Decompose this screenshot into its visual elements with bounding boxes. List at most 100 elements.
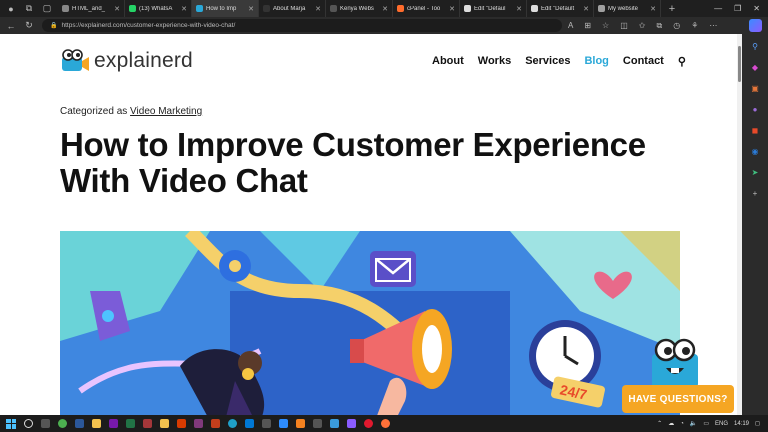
word-icon[interactable] xyxy=(75,419,84,428)
tab-close-icon[interactable]: ✕ xyxy=(114,5,120,13)
menu-item-services[interactable]: Services xyxy=(525,55,570,68)
browser-tab[interactable]: My website ✕ xyxy=(594,0,661,17)
outlook-icon[interactable]: ◉ xyxy=(749,145,762,158)
url-field[interactable]: 🔒 https://explainerd.com/customer-experi… xyxy=(42,19,562,32)
powerpoint-icon[interactable] xyxy=(211,419,220,428)
tab-close-icon[interactable]: ✕ xyxy=(650,5,656,13)
chrome-icon[interactable] xyxy=(58,419,67,428)
tab-close-icon[interactable]: ✕ xyxy=(516,5,522,13)
copilot-icon[interactable] xyxy=(748,19,762,32)
browser-tab[interactable]: Edit "Default ✕ xyxy=(527,0,594,17)
access-icon[interactable] xyxy=(143,419,152,428)
tab-favicon-icon xyxy=(397,5,404,12)
excel-icon[interactable] xyxy=(126,419,135,428)
tab-favicon-icon xyxy=(330,5,337,12)
address-bar-icons: A ⊞ ☆ ◫ ✩ ⧉ ◷ ⚘ ⋯ xyxy=(568,21,717,31)
office-icon[interactable] xyxy=(177,419,186,428)
add-sidebar-icon[interactable]: + xyxy=(749,187,762,200)
office-icon[interactable]: ◼ xyxy=(749,124,762,137)
page-scrollbar[interactable] xyxy=(737,34,742,415)
onenote-icon[interactable] xyxy=(109,419,118,428)
tab-close-icon[interactable]: ✕ xyxy=(449,5,455,13)
close-window-button[interactable]: ✕ xyxy=(753,4,760,13)
category-link[interactable]: Video Marketing xyxy=(130,106,202,117)
browser-tab[interactable]: How to Imp ✕ xyxy=(192,0,259,17)
split-screen-icon[interactable]: ◫ xyxy=(620,21,628,31)
search-icon[interactable] xyxy=(24,419,33,428)
zoom-icon[interactable] xyxy=(279,419,288,428)
notification-icon[interactable]: ◻ xyxy=(755,420,760,427)
clock-time[interactable]: 14:19 xyxy=(734,421,749,427)
volume-icon[interactable]: 🔈 xyxy=(690,420,697,427)
app2-icon[interactable] xyxy=(347,419,356,428)
browser-tab[interactable]: HTML_and_ ✕ xyxy=(58,0,125,17)
tab-close-icon[interactable]: ✕ xyxy=(382,5,388,13)
language-indicator[interactable]: ENG xyxy=(715,421,728,427)
browser-tab[interactable]: (13) WhatsA ✕ xyxy=(125,0,192,17)
app-available-icon[interactable]: ⊞ xyxy=(584,21,591,31)
minimize-button[interactable]: — xyxy=(714,4,722,13)
tab-favicon-icon xyxy=(531,5,538,12)
battery-icon[interactable]: ▭ xyxy=(703,420,709,427)
tab-close-icon[interactable]: ✕ xyxy=(181,5,187,13)
web-page: explainerd About Works Services Blog Con… xyxy=(0,34,737,415)
workspaces-icon[interactable]: ⧉ xyxy=(22,2,36,16)
app-icon[interactable] xyxy=(262,419,271,428)
store-icon[interactable] xyxy=(313,419,322,428)
firefox-icon[interactable] xyxy=(381,419,390,428)
favorite-star-icon[interactable]: ☆ xyxy=(602,21,609,31)
history-icon[interactable]: ◷ xyxy=(673,21,680,31)
new-tab-button[interactable]: + xyxy=(665,2,679,16)
have-questions-button[interactable]: HAVE QUESTIONS? xyxy=(622,385,734,413)
browser-tab[interactable]: About Marja ✕ xyxy=(259,0,326,17)
photos-icon[interactable] xyxy=(330,419,339,428)
weather-icon[interactable]: ☁ xyxy=(668,420,674,427)
menu-item-contact[interactable]: Contact xyxy=(623,55,664,68)
browser-tab[interactable]: Edit "Defaul ✕ xyxy=(460,0,527,17)
start-button[interactable] xyxy=(6,418,16,429)
tab-favicon-icon xyxy=(62,5,69,12)
tab-label: About Marja xyxy=(273,5,306,12)
tab-close-icon[interactable]: ✕ xyxy=(248,5,254,13)
menu-item-blog[interactable]: Blog xyxy=(584,55,608,68)
tab-actions-icon[interactable]: ▢ xyxy=(40,2,54,16)
settings-more-icon[interactable]: ⋯ xyxy=(709,21,717,31)
back-button[interactable]: ← xyxy=(4,21,18,31)
vscode-icon[interactable] xyxy=(245,419,254,428)
shopping-icon[interactable]: ◆ xyxy=(749,61,762,74)
tools-icon[interactable]: ▣ xyxy=(749,82,762,95)
refresh-button[interactable]: ↻ xyxy=(22,20,36,31)
chat-mascot-icon[interactable] xyxy=(646,336,706,388)
browser-tabbar: ● ⧉ ▢ HTML_and_ ✕ (13) WhatsA ✕ How to Imp ✕ A… xyxy=(0,0,768,17)
extensions-icon[interactable]: ⚘ xyxy=(691,21,698,31)
onenote2-icon[interactable] xyxy=(194,419,203,428)
files-icon[interactable] xyxy=(92,419,101,428)
logo-text: explainerd xyxy=(94,49,193,72)
profile-icon[interactable]: ● xyxy=(4,2,18,16)
tab-close-icon[interactable]: ✕ xyxy=(315,5,321,13)
menu-item-works[interactable]: Works xyxy=(478,55,511,68)
browser-tab[interactable]: cPanel - Too ✕ xyxy=(393,0,460,17)
explorer-icon[interactable] xyxy=(160,419,169,428)
restore-button[interactable]: ❐ xyxy=(734,4,741,13)
taskview-icon[interactable] xyxy=(41,419,50,428)
games-icon[interactable]: ● xyxy=(749,103,762,116)
tray-overflow-icon[interactable]: ⌃ xyxy=(657,420,662,427)
vlc-icon[interactable] xyxy=(296,419,305,428)
favorites-icon[interactable]: ✩ xyxy=(639,21,646,31)
opera-icon[interactable] xyxy=(364,419,373,428)
read-aloud-icon[interactable]: A xyxy=(568,21,573,31)
search-icon[interactable]: ⚲ xyxy=(749,40,762,53)
scrollbar-thumb[interactable] xyxy=(738,46,741,82)
edge-icon[interactable] xyxy=(228,419,237,428)
menu-item-about[interactable]: About xyxy=(432,55,464,68)
search-icon[interactable]: ⚲ xyxy=(678,55,686,68)
send-icon[interactable]: ➤ xyxy=(749,166,762,179)
site-logo[interactable]: explainerd xyxy=(60,49,193,73)
collections-icon[interactable]: ⧉ xyxy=(656,21,662,31)
wifi-icon[interactable]: ◔ xyxy=(680,421,684,427)
article-category: Categorized as Video Marketing xyxy=(60,106,202,117)
browser-tab[interactable]: Kenya Webs ✕ xyxy=(326,0,393,17)
tab-close-icon[interactable]: ✕ xyxy=(583,5,589,13)
tab-label: My website xyxy=(608,5,639,12)
